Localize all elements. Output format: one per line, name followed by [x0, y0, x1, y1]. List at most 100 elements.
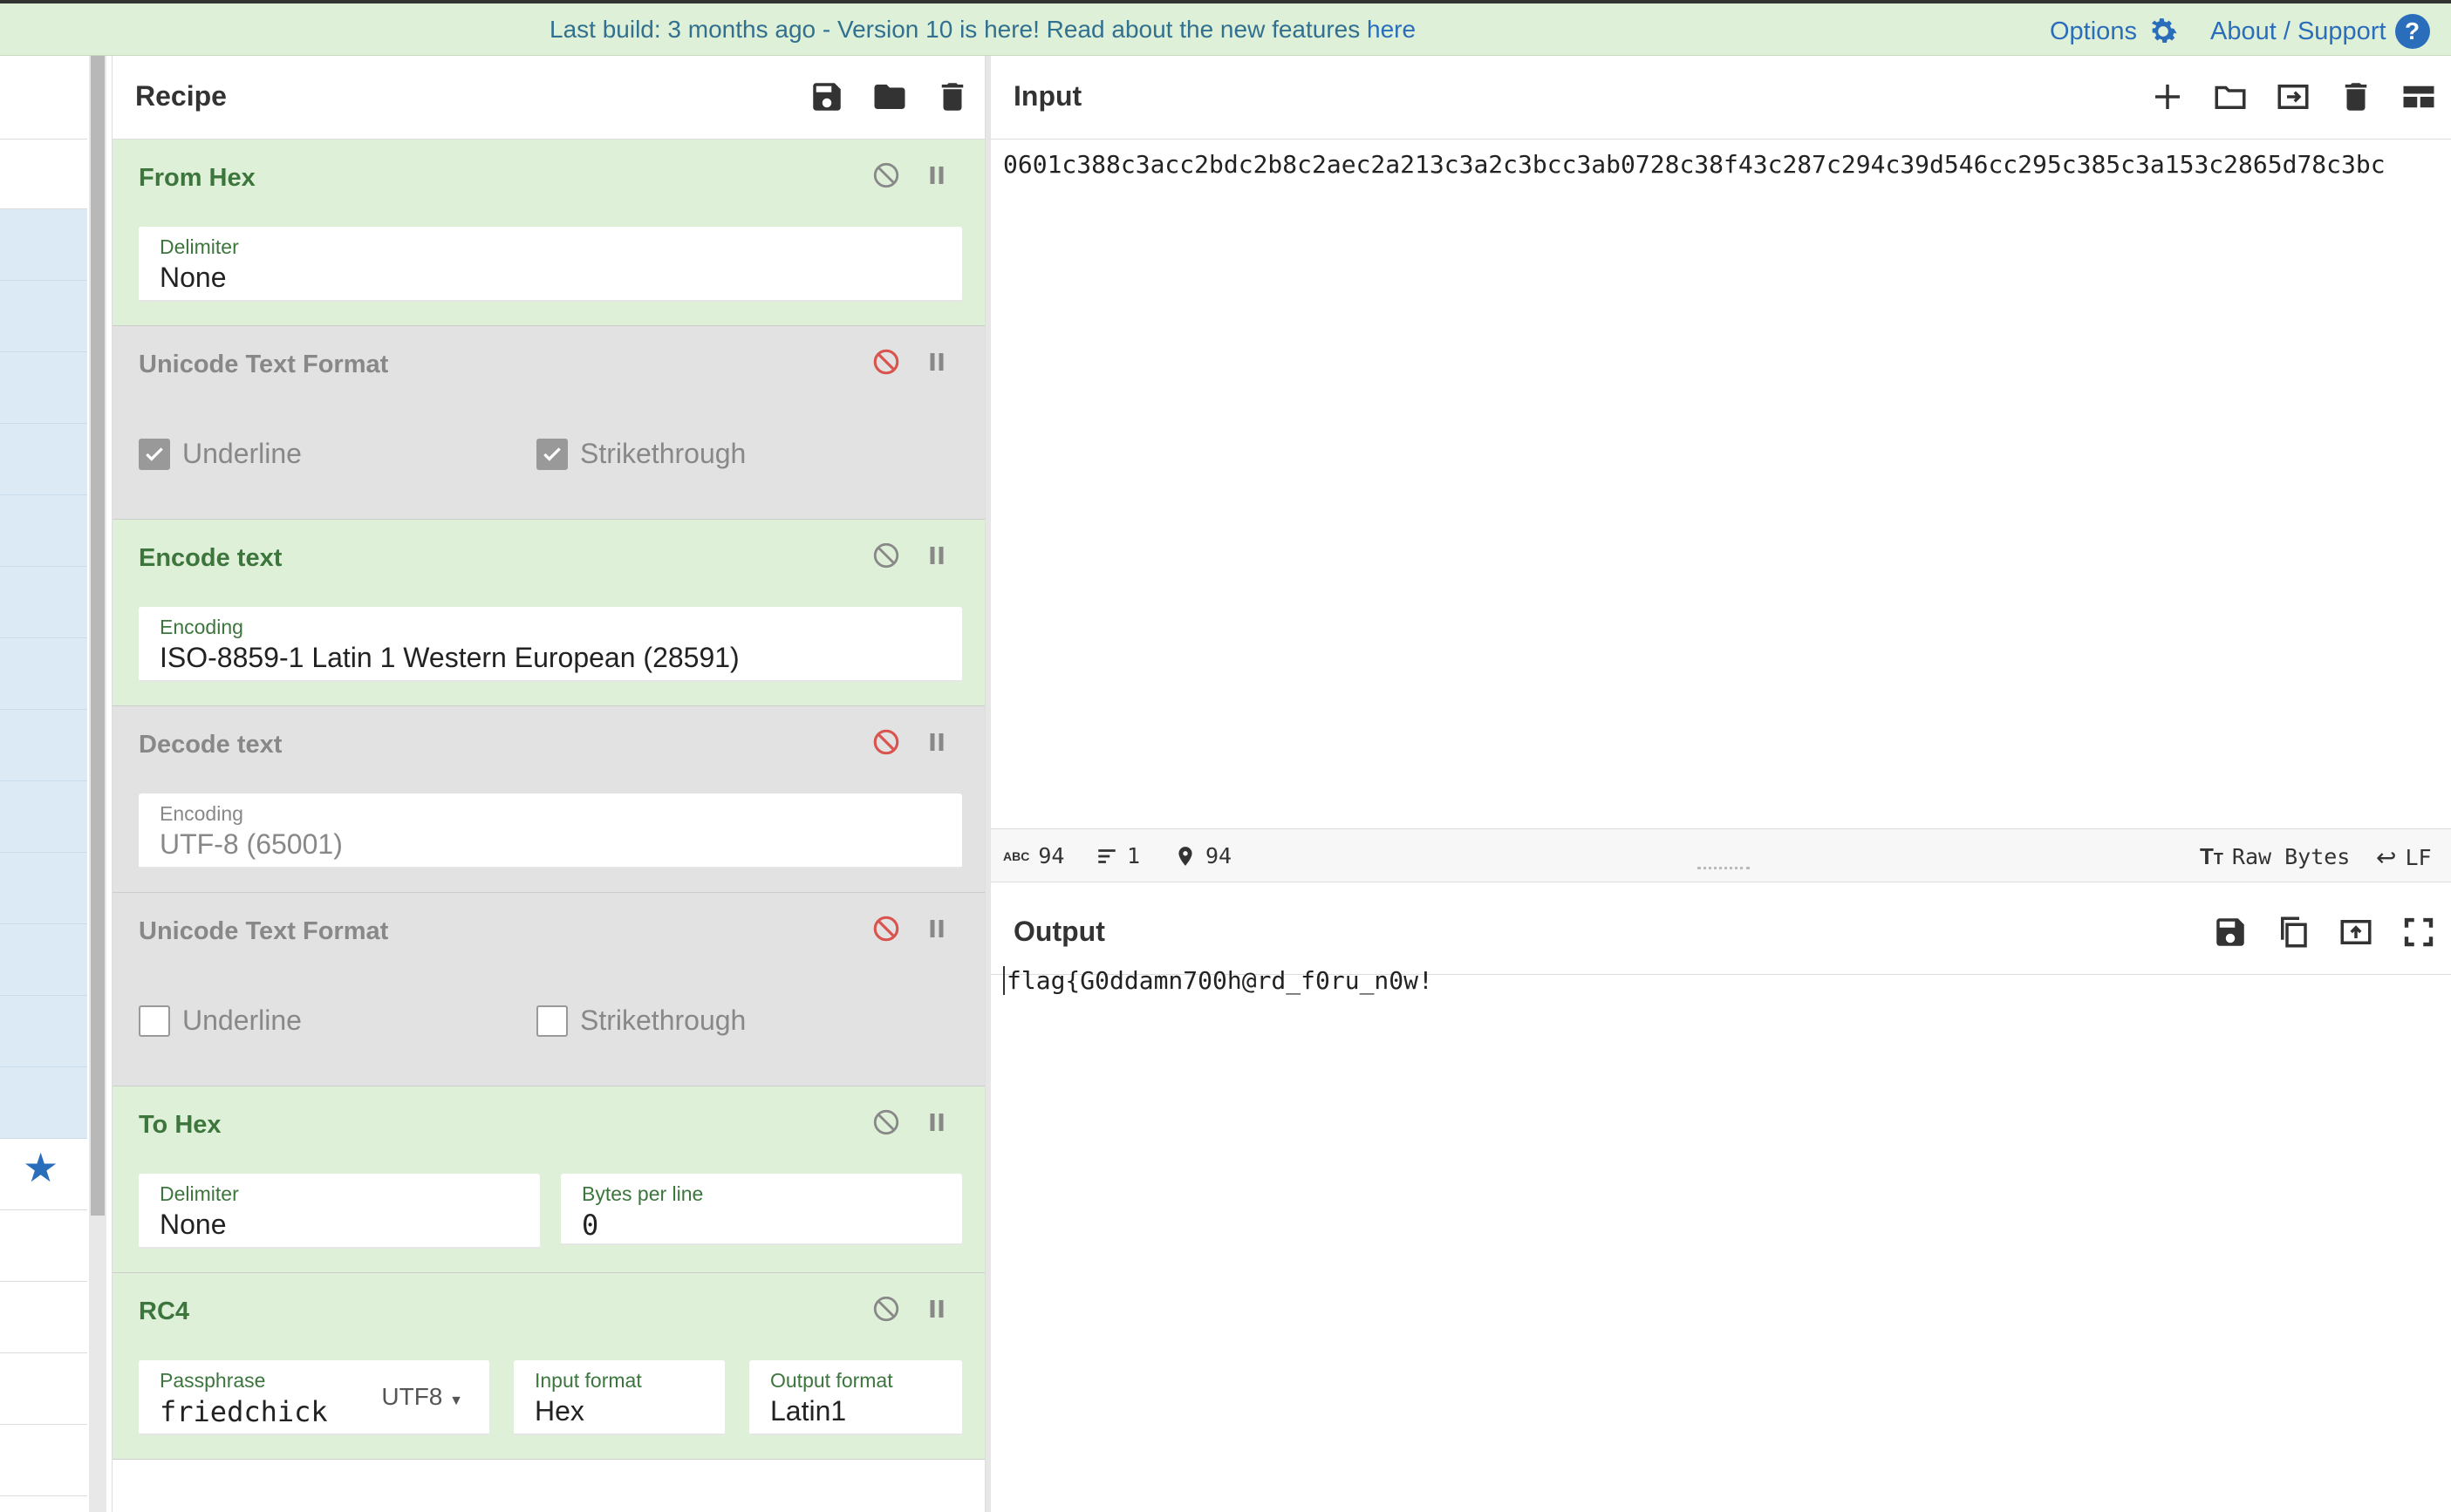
- passphrase-field[interactable]: Passphrase friedchick UTF8 ▼: [139, 1360, 489, 1435]
- output-format-field[interactable]: Output format Latin1: [749, 1360, 962, 1435]
- passphrase-format-dropdown[interactable]: UTF8 ▼: [381, 1383, 463, 1411]
- ops-row[interactable]: [0, 1425, 87, 1496]
- op-decode-text[interactable]: Decode text Encoding UTF-8 (65001): [113, 706, 985, 893]
- lines-icon: [1098, 848, 1116, 863]
- field-label: Output format: [770, 1369, 893, 1392]
- op-unicode-text-format[interactable]: Unicode Text Format Underline Strikethro…: [113, 326, 985, 520]
- breakpoint-icon[interactable]: [924, 729, 950, 755]
- line-count: 1: [1096, 843, 1140, 868]
- ops-category-row[interactable]: [0, 996, 87, 1067]
- pane-divider[interactable]: [986, 56, 991, 1512]
- maximize-icon[interactable]: [2400, 914, 2437, 950]
- ops-search-row[interactable]: [0, 56, 87, 140]
- new-features-link[interactable]: here: [1367, 16, 1416, 43]
- ops-category-row[interactable]: [0, 781, 87, 853]
- char-count-value: 94: [1038, 843, 1065, 868]
- recipe-title: Recipe: [135, 80, 227, 112]
- ops-category-row[interactable]: [0, 424, 87, 495]
- ops-category-row[interactable]: [0, 209, 87, 281]
- input-header: Input: [991, 56, 2451, 140]
- op-to-hex[interactable]: To Hex Delimiter None Bytes per line 0: [113, 1086, 985, 1273]
- op-from-hex[interactable]: From Hex Delimiter None: [113, 140, 985, 326]
- strikethrough-checkbox[interactable]: Strikethrough: [536, 1005, 746, 1037]
- breakpoint-icon[interactable]: [924, 349, 950, 375]
- ops-category-row[interactable]: [0, 924, 87, 996]
- op-unicode-text-format[interactable]: Unicode Text Format Underline Strikethro…: [113, 893, 985, 1086]
- output-header: Output: [991, 891, 2451, 975]
- delimiter-field[interactable]: Delimiter None: [139, 227, 962, 302]
- ops-category-row[interactable]: [0, 638, 87, 710]
- add-tab-icon[interactable]: [2149, 78, 2186, 115]
- location-pin-icon: [1178, 846, 1192, 866]
- op-rc4[interactable]: RC4 Passphrase friedchick UTF8 ▼ Input f…: [113, 1273, 985, 1460]
- encoding-field[interactable]: Encoding ISO-8859-1 Latin 1 Western Euro…: [139, 607, 962, 682]
- trash-icon[interactable]: [934, 78, 971, 115]
- underline-checkbox[interactable]: Underline: [139, 438, 302, 470]
- about-support-button[interactable]: About / Support ?: [2210, 14, 2430, 49]
- op-encode-text[interactable]: Encode text Encoding ISO-8859-1 Latin 1 …: [113, 520, 985, 706]
- field-value: UTF-8 (65001): [160, 828, 343, 860]
- save-icon[interactable]: [2212, 914, 2249, 950]
- options-button[interactable]: Options: [2050, 14, 2181, 49]
- bytes-per-line-field[interactable]: Bytes per line 0: [561, 1174, 962, 1245]
- encoding-selector[interactable]: TT Raw Bytes: [2200, 843, 2350, 870]
- input-textarea[interactable]: 0601c388c3acc2bdc2b8c2aec2a213c3a2c3bcc3…: [1003, 150, 2386, 179]
- ops-category-row[interactable]: [0, 352, 87, 424]
- caret-down-icon: ▼: [449, 1393, 463, 1408]
- disabled-icon[interactable]: [871, 914, 901, 943]
- scrollbar-thumb[interactable]: [91, 56, 105, 1216]
- breakpoint-icon[interactable]: [924, 162, 950, 188]
- delimiter-field[interactable]: Delimiter None: [139, 1174, 540, 1249]
- breakpoint-icon[interactable]: [924, 1109, 950, 1135]
- disabled-icon[interactable]: [871, 727, 901, 757]
- underline-checkbox[interactable]: Underline: [139, 1005, 302, 1037]
- ops-category-row[interactable]: [0, 281, 87, 352]
- ops-category-row[interactable]: [0, 495, 87, 567]
- disable-icon[interactable]: [871, 160, 901, 190]
- ops-row[interactable]: [0, 1210, 87, 1282]
- ops-category-row[interactable]: [0, 710, 87, 781]
- open-folder-icon[interactable]: [2212, 78, 2249, 115]
- disabled-icon[interactable]: [871, 347, 901, 377]
- field-label: Input format: [535, 1369, 642, 1392]
- breakpoint-icon[interactable]: [924, 542, 950, 569]
- field-value: Hex: [535, 1395, 584, 1427]
- save-icon[interactable]: [809, 78, 845, 115]
- encoding-field[interactable]: Encoding UTF-8 (65001): [139, 793, 962, 868]
- about-support-label: About / Support: [2210, 17, 2386, 45]
- star-icon[interactable]: ★: [23, 1144, 58, 1191]
- breakpoint-icon[interactable]: [924, 916, 950, 942]
- resize-handle[interactable]: [1697, 867, 1750, 875]
- replace-input-icon[interactable]: [2338, 914, 2374, 950]
- op-title: From Hex: [139, 164, 256, 192]
- field-value: None: [160, 262, 227, 293]
- copy-icon[interactable]: [2275, 914, 2311, 950]
- trash-icon[interactable]: [2338, 78, 2374, 115]
- checkbox-label: Underline: [182, 1005, 302, 1036]
- output-textarea[interactable]: flag{G0ddamn700h@rd_f0ru_n0w!: [1003, 966, 1433, 995]
- ops-category-row[interactable]: [0, 567, 87, 638]
- disable-icon[interactable]: [871, 1107, 901, 1137]
- ops-category-row[interactable]: [0, 1067, 87, 1139]
- open-file-icon[interactable]: [2275, 78, 2311, 115]
- ops-category-row[interactable]: [0, 853, 87, 924]
- ops-row[interactable]: [0, 140, 87, 209]
- checkbox-unchecked-icon: [139, 1005, 170, 1037]
- eol-selector[interactable]: ↩ LF: [2376, 843, 2432, 872]
- input-format-field[interactable]: Input format Hex: [514, 1360, 725, 1435]
- char-count: ABC 94: [1003, 843, 1064, 868]
- sidebar-scrollbar[interactable]: [89, 56, 106, 1512]
- format-label: UTF8: [381, 1383, 443, 1410]
- disable-icon[interactable]: [871, 541, 901, 570]
- disable-icon[interactable]: [871, 1294, 901, 1324]
- abc-icon: ABC: [1003, 848, 1030, 863]
- folder-icon[interactable]: [871, 78, 908, 115]
- breakpoint-icon[interactable]: [924, 1296, 950, 1322]
- recipe-empty-area[interactable]: [113, 1460, 985, 1512]
- strikethrough-checkbox[interactable]: Strikethrough: [536, 438, 746, 470]
- io-panes: Input 0601c388c3acc2bdc2b8c2aec2a213c3a2…: [986, 56, 2451, 1512]
- layout-icon[interactable]: [2400, 78, 2437, 115]
- recipe-header: Recipe: [113, 56, 985, 140]
- ops-row[interactable]: [0, 1282, 87, 1353]
- ops-row[interactable]: [0, 1353, 87, 1425]
